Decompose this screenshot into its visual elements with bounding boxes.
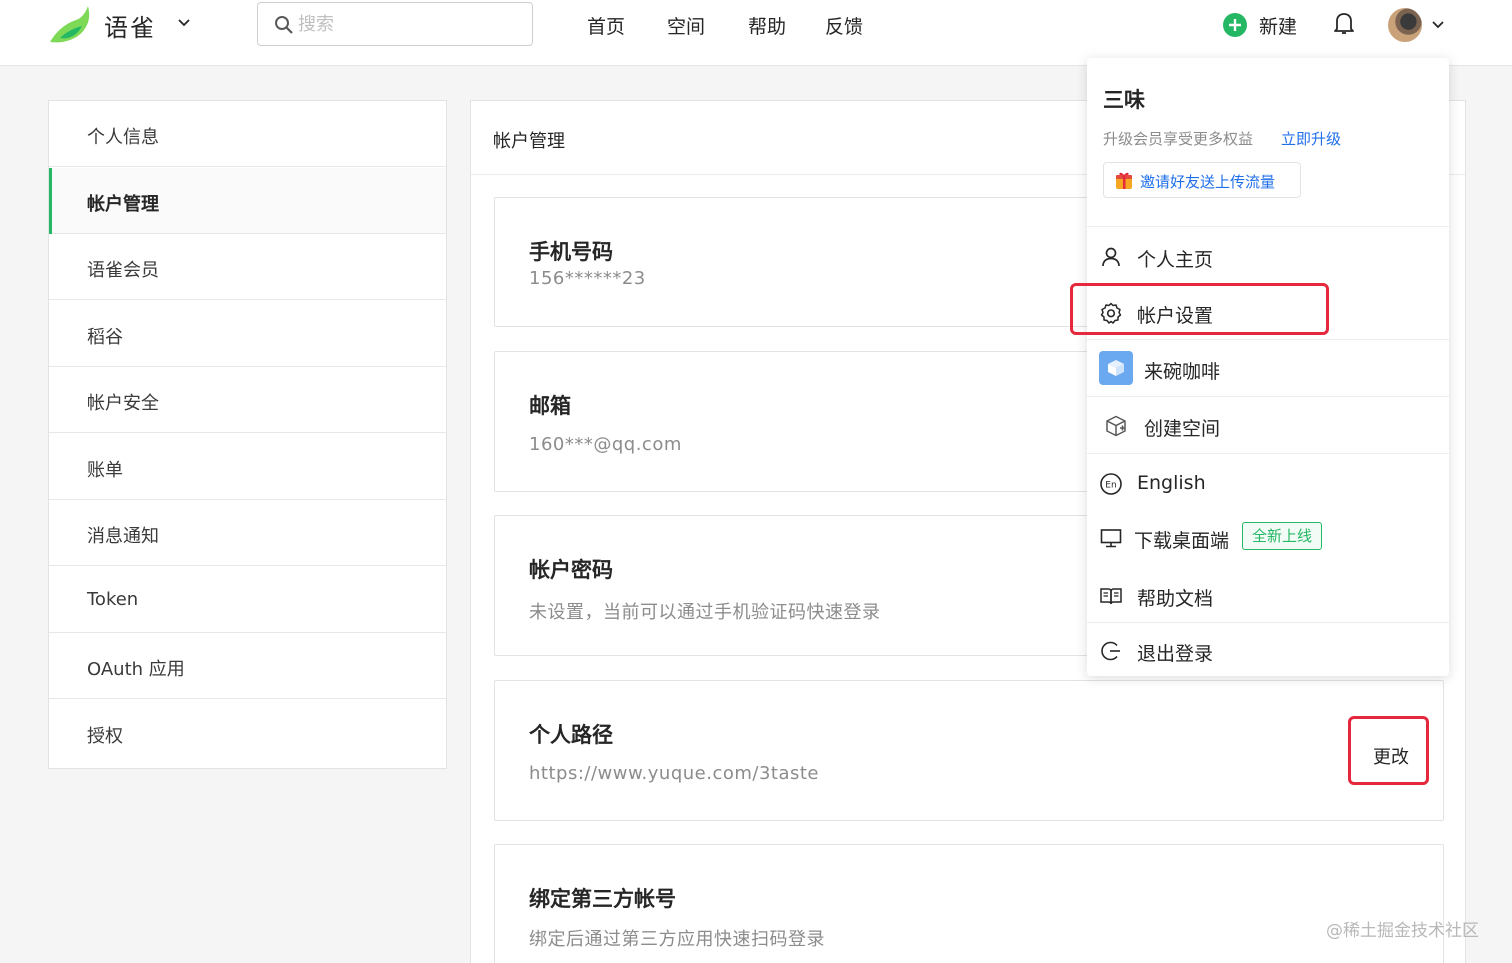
- sidebar-item-rice[interactable]: 稻谷: [49, 301, 446, 367]
- create-space-icon: [1106, 415, 1126, 437]
- gift-icon: [1116, 172, 1132, 189]
- search-input[interactable]: [298, 11, 518, 37]
- divider: [1087, 622, 1449, 623]
- language-icon: En: [1100, 473, 1122, 495]
- sidebar-item-label: 稻谷: [87, 327, 123, 348]
- settings-sidebar: 个人信息 帐户管理 语雀会员 稻谷 帐户安全 账单 消息通知 Token OAu…: [48, 100, 447, 769]
- search-icon: [275, 16, 293, 34]
- sidebar-item-label: 授权: [87, 726, 123, 747]
- chevron-down-icon[interactable]: [176, 14, 192, 30]
- sidebar-item-label: 帐户管理: [87, 194, 159, 215]
- third-party-value: 绑定后通过第三方应用快速扫码登录: [529, 929, 825, 950]
- nav-feedback[interactable]: 反馈: [825, 12, 863, 39]
- new-release-badge: 全新上线: [1242, 522, 1323, 550]
- email-value: 160***@qq.com: [529, 434, 682, 455]
- menu-item-account-settings[interactable]: 帐户设置: [1087, 291, 1449, 335]
- menu-item-create-space[interactable]: 创建空间: [1087, 404, 1449, 448]
- sidebar-item-account-management[interactable]: 帐户管理: [49, 168, 446, 234]
- nav-spaces[interactable]: 空间: [667, 12, 705, 39]
- space-avatar: [1099, 351, 1133, 385]
- sidebar-item-billing[interactable]: 账单: [49, 434, 446, 500]
- menu-item-profile[interactable]: 个人主页: [1087, 235, 1449, 279]
- nav-home[interactable]: 首页: [587, 12, 625, 39]
- cube-icon: [1108, 360, 1124, 376]
- book-icon: [1100, 588, 1122, 605]
- password-value: 未设置，当前可以通过手机验证码快速登录: [529, 602, 881, 623]
- menu-item-language[interactable]: En English: [1087, 462, 1449, 506]
- menu-item-label: English: [1137, 472, 1206, 494]
- menu-item-label: 帮助文档: [1137, 588, 1214, 610]
- logout-icon: [1101, 641, 1120, 661]
- menu-item-label: 创建空间: [1144, 418, 1221, 440]
- menu-item-download-desktop[interactable]: 下载桌面端 全新上线: [1087, 516, 1449, 560]
- plus-circle-icon: [1223, 13, 1247, 37]
- user-dropdown-menu: 三味 升级会员享受更多权益 立即升级 邀请好友送上传流量 个人主页 帐户设置 来…: [1087, 58, 1449, 676]
- sidebar-item-label: OAuth 应用: [87, 659, 185, 680]
- card-title: 邮箱: [529, 394, 571, 418]
- svg-text:En: En: [1105, 481, 1116, 491]
- watermark-text: @稀土掘金技术社区: [1326, 921, 1479, 941]
- avatar[interactable]: [1388, 8, 1422, 42]
- user-icon: [1102, 247, 1120, 267]
- menu-item-space-coffee[interactable]: 来碗咖啡: [1087, 347, 1449, 391]
- invite-label: 邀请好友送上传流量: [1140, 173, 1276, 191]
- chevron-down-icon[interactable]: [1430, 16, 1446, 32]
- page-title: 帐户管理: [493, 131, 565, 152]
- sidebar-item-authorization[interactable]: 授权: [49, 700, 446, 766]
- divider: [1087, 226, 1449, 227]
- sidebar-item-security[interactable]: 帐户安全: [49, 367, 446, 433]
- sidebar-item-label: 消息通知: [87, 526, 159, 547]
- card-title: 个人路径: [529, 723, 613, 747]
- card-title: 帐户密码: [529, 558, 613, 582]
- third-party-card: 绑定第三方帐号 绑定后通过第三方应用快速扫码登录: [494, 844, 1444, 963]
- personal-path-value: https://www.yuque.com/3taste: [529, 763, 820, 784]
- gear-icon: [1100, 302, 1122, 324]
- monitor-icon: [1100, 529, 1122, 548]
- menu-item-label: 来碗咖啡: [1144, 361, 1221, 383]
- sidebar-item-label: Token: [87, 589, 139, 610]
- sidebar-item-label: 帐户安全: [87, 393, 159, 414]
- upgrade-text: 升级会员享受更多权益: [1103, 130, 1254, 148]
- card-title: 绑定第三方帐号: [529, 887, 676, 911]
- change-path-button[interactable]: 更改: [1373, 743, 1409, 769]
- divider: [1087, 396, 1449, 397]
- sidebar-item-oauth[interactable]: OAuth 应用: [49, 633, 446, 699]
- brand-name[interactable]: 语雀: [104, 8, 156, 43]
- menu-item-logout[interactable]: 退出登录: [1087, 629, 1449, 673]
- new-button-label: 新建: [1259, 16, 1298, 38]
- sidebar-item-token[interactable]: Token: [49, 567, 446, 633]
- nav-help[interactable]: 帮助: [748, 12, 786, 39]
- card-title: 手机号码: [529, 240, 613, 264]
- sidebar-item-label: 语雀会员: [87, 260, 159, 281]
- personal-path-card: 个人路径 https://www.yuque.com/3taste 更改: [494, 680, 1444, 821]
- top-header: 语雀 首页 空间 帮助 反馈 新建: [0, 0, 1512, 66]
- bell-icon[interactable]: [1332, 10, 1356, 36]
- upgrade-link[interactable]: 立即升级: [1281, 128, 1341, 149]
- divider: [1087, 453, 1449, 454]
- sidebar-item-notifications[interactable]: 消息通知: [49, 500, 446, 566]
- search-box[interactable]: [257, 2, 533, 46]
- menu-item-label: 帐户设置: [1137, 305, 1214, 327]
- menu-item-label: 下载桌面端: [1134, 530, 1230, 552]
- user-name: 三味: [1103, 88, 1145, 112]
- menu-item-label: 退出登录: [1137, 643, 1214, 665]
- sidebar-item-label: 个人信息: [87, 127, 159, 148]
- menu-item-label: 个人主页: [1137, 249, 1214, 271]
- sidebar-item-profile-info[interactable]: 个人信息: [49, 101, 446, 167]
- invite-friends-button[interactable]: 邀请好友送上传流量: [1103, 162, 1301, 198]
- sidebar-item-membership[interactable]: 语雀会员: [49, 234, 446, 300]
- phone-value: 156******23: [529, 268, 646, 289]
- yuque-logo-icon[interactable]: [46, 4, 94, 46]
- sidebar-item-label: 账单: [87, 460, 123, 481]
- divider: [1087, 339, 1449, 340]
- menu-item-help-docs[interactable]: 帮助文档: [1087, 574, 1449, 618]
